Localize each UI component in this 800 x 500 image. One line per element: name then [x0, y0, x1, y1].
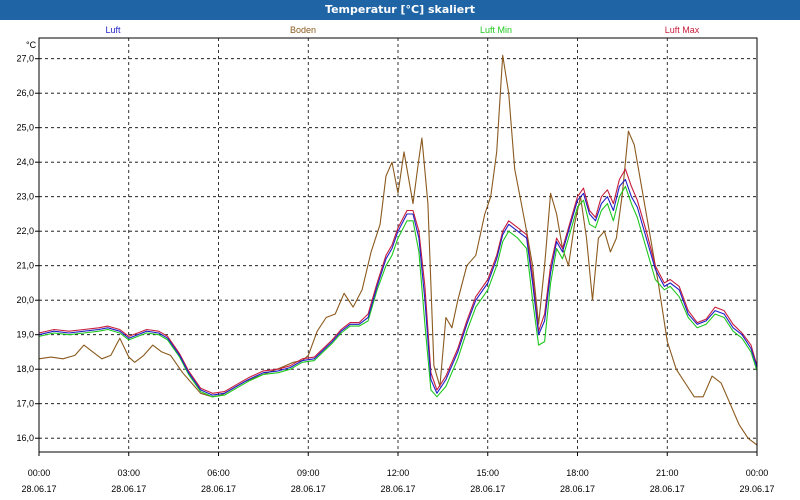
x-tick-date: 28.06.17 [380, 484, 415, 494]
chart-title: Temperatur [°C] skaliert [0, 0, 800, 20]
temperature-chart: Luft Boden Luft Min Luft Max °C 16,0 17,0 18,… [16, 25, 775, 494]
x-tick-date: 28.06.17 [111, 484, 146, 494]
x-tick-time: 15:00 [476, 468, 499, 478]
y-tick-label: 18,0 [16, 364, 34, 374]
x-tick-time: 06:00 [207, 468, 230, 478]
x-tick-date: 28.06.17 [470, 484, 505, 494]
x-tick-time: 00:00 [28, 468, 51, 478]
y-tick-label: 25,0 [16, 123, 34, 133]
x-tick-time: 09:00 [297, 468, 320, 478]
x-tick-date: 28.06.17 [291, 484, 326, 494]
y-unit-label: °C [26, 40, 37, 50]
y-tick-label: 23,0 [16, 192, 34, 202]
legend-item: Boden [290, 25, 316, 35]
x-tick-date: 28.06.17 [21, 484, 56, 494]
y-tick-label: 17,0 [16, 399, 34, 409]
y-tick-label: 20,0 [16, 295, 34, 305]
y-tick-label: 21,0 [16, 261, 34, 271]
x-tick-date: 29.06.17 [739, 484, 774, 494]
x-tick-date: 28.06.17 [650, 484, 685, 494]
x-tick-time: 18:00 [566, 468, 589, 478]
x-tick-date: 28.06.17 [560, 484, 595, 494]
x-tick-time: 12:00 [387, 468, 410, 478]
y-axis-ticks: 16,0 17,0 18,0 19,0 20,0 21,0 22,0 23,0 24,0 25,0… [16, 54, 39, 443]
legend: Luft Boden Luft Min Luft Max [105, 25, 699, 35]
y-tick-label: 24,0 [16, 157, 34, 167]
x-tick-time: 21:00 [656, 468, 679, 478]
x-tick-time: 03:00 [117, 468, 140, 478]
x-axis-ticks: 00:00 28.06.17 03:00 28.06.17 06:00 28.06.17 0… [21, 452, 775, 494]
y-tick-label: 26,0 [16, 88, 34, 98]
legend-item: Luft [105, 25, 121, 35]
legend-item: Luft Min [480, 25, 512, 35]
x-tick-date: 28.06.17 [201, 484, 236, 494]
grid [39, 38, 757, 452]
legend-item: Luft Max [665, 25, 700, 35]
y-tick-label: 22,0 [16, 226, 34, 236]
y-tick-label: 19,0 [16, 330, 34, 340]
x-tick-time: 00:00 [746, 468, 769, 478]
y-tick-label: 16,0 [16, 433, 34, 443]
y-tick-label: 27,0 [16, 54, 34, 64]
